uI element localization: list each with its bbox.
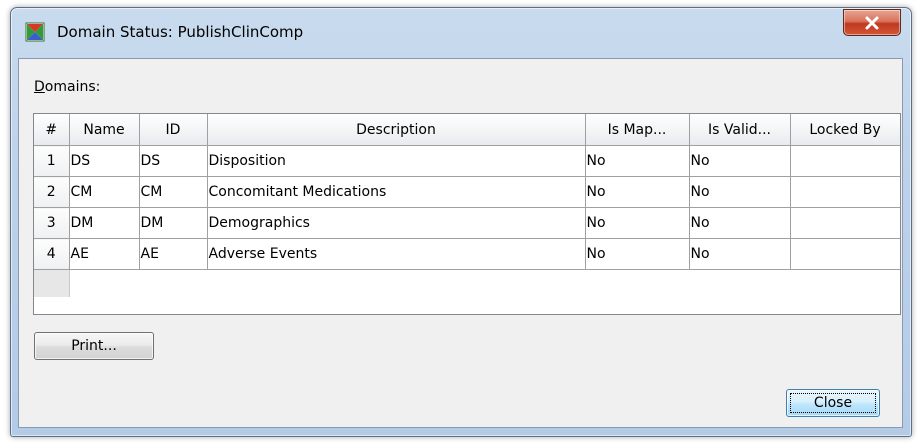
cell-name[interactable]: AE [68,238,140,270]
print-button[interactable]: Print... [34,332,154,360]
row-number[interactable]: 3 [34,207,70,239]
cell-is-mapped[interactable]: No [584,238,690,270]
column-header-id[interactable]: ID [138,114,208,146]
cell-is-valid[interactable]: No [688,145,791,177]
empty-row [34,269,900,298]
domains-label: Domains: [34,79,101,95]
column-header-locked-by[interactable]: Locked By [789,114,900,146]
empty-row-header [34,269,70,297]
close-x-icon [865,16,879,29]
row-number[interactable]: 4 [34,238,70,270]
column-header-is-mapped[interactable]: Is Map... [584,114,690,146]
cell-locked-by[interactable] [789,207,900,239]
table-row[interactable]: 3 DM DM Demographics No No [34,207,900,239]
column-header-name[interactable]: Name [68,114,140,146]
row-number[interactable]: 2 [34,176,70,208]
cell-name[interactable]: DM [68,207,140,239]
close-button-label: Close [813,395,853,411]
cell-is-mapped[interactable]: No [584,176,690,208]
cell-is-mapped[interactable]: No [584,207,690,239]
cell-locked-by[interactable] [789,145,900,177]
window-close-button[interactable] [843,9,901,36]
empty-row-area [69,270,900,298]
column-header-is-valid[interactable]: Is Valid... [688,114,791,146]
cell-description[interactable]: Concomitant Medications [206,176,586,208]
dialog-body: Domains: # Name ID Description Is Map...… [18,58,903,428]
table-header-row: # Name ID Description Is Map... Is Valid… [34,114,900,146]
cell-name[interactable]: DS [68,145,140,177]
cell-is-valid[interactable]: No [688,176,791,208]
cell-locked-by[interactable] [789,176,900,208]
cell-description[interactable]: Disposition [206,145,586,177]
window-title: Domain Status: PublishClinComp [57,23,304,41]
print-button-label: Print... [71,338,117,354]
cell-is-valid[interactable]: No [688,207,791,239]
domain-status-window: Domain Status: PublishClinComp Domains: … [10,7,912,437]
cell-is-valid[interactable]: No [688,238,791,270]
cell-name[interactable]: CM [68,176,140,208]
close-button[interactable]: Close [786,389,880,417]
cell-id[interactable]: DM [138,207,208,239]
sas-app-icon [25,22,45,42]
column-header-description[interactable]: Description [206,114,586,146]
cell-id[interactable]: DS [138,145,208,177]
cell-description[interactable]: Adverse Events [206,238,586,270]
cell-locked-by[interactable] [789,238,900,270]
table-row[interactable]: 4 AE AE Adverse Events No No [34,238,900,270]
table-row[interactable]: 1 DS DS Disposition No No [34,145,900,177]
table-row[interactable]: 2 CM CM Concomitant Medications No No [34,176,900,208]
column-header-number[interactable]: # [34,114,70,146]
cell-description[interactable]: Demographics [206,207,586,239]
title-bar[interactable]: Domain Status: PublishClinComp [11,8,911,58]
domains-table[interactable]: # Name ID Description Is Map... Is Valid… [33,113,901,315]
row-number[interactable]: 1 [34,145,70,177]
cell-is-mapped[interactable]: No [584,145,690,177]
cell-id[interactable]: AE [138,238,208,270]
cell-id[interactable]: CM [138,176,208,208]
